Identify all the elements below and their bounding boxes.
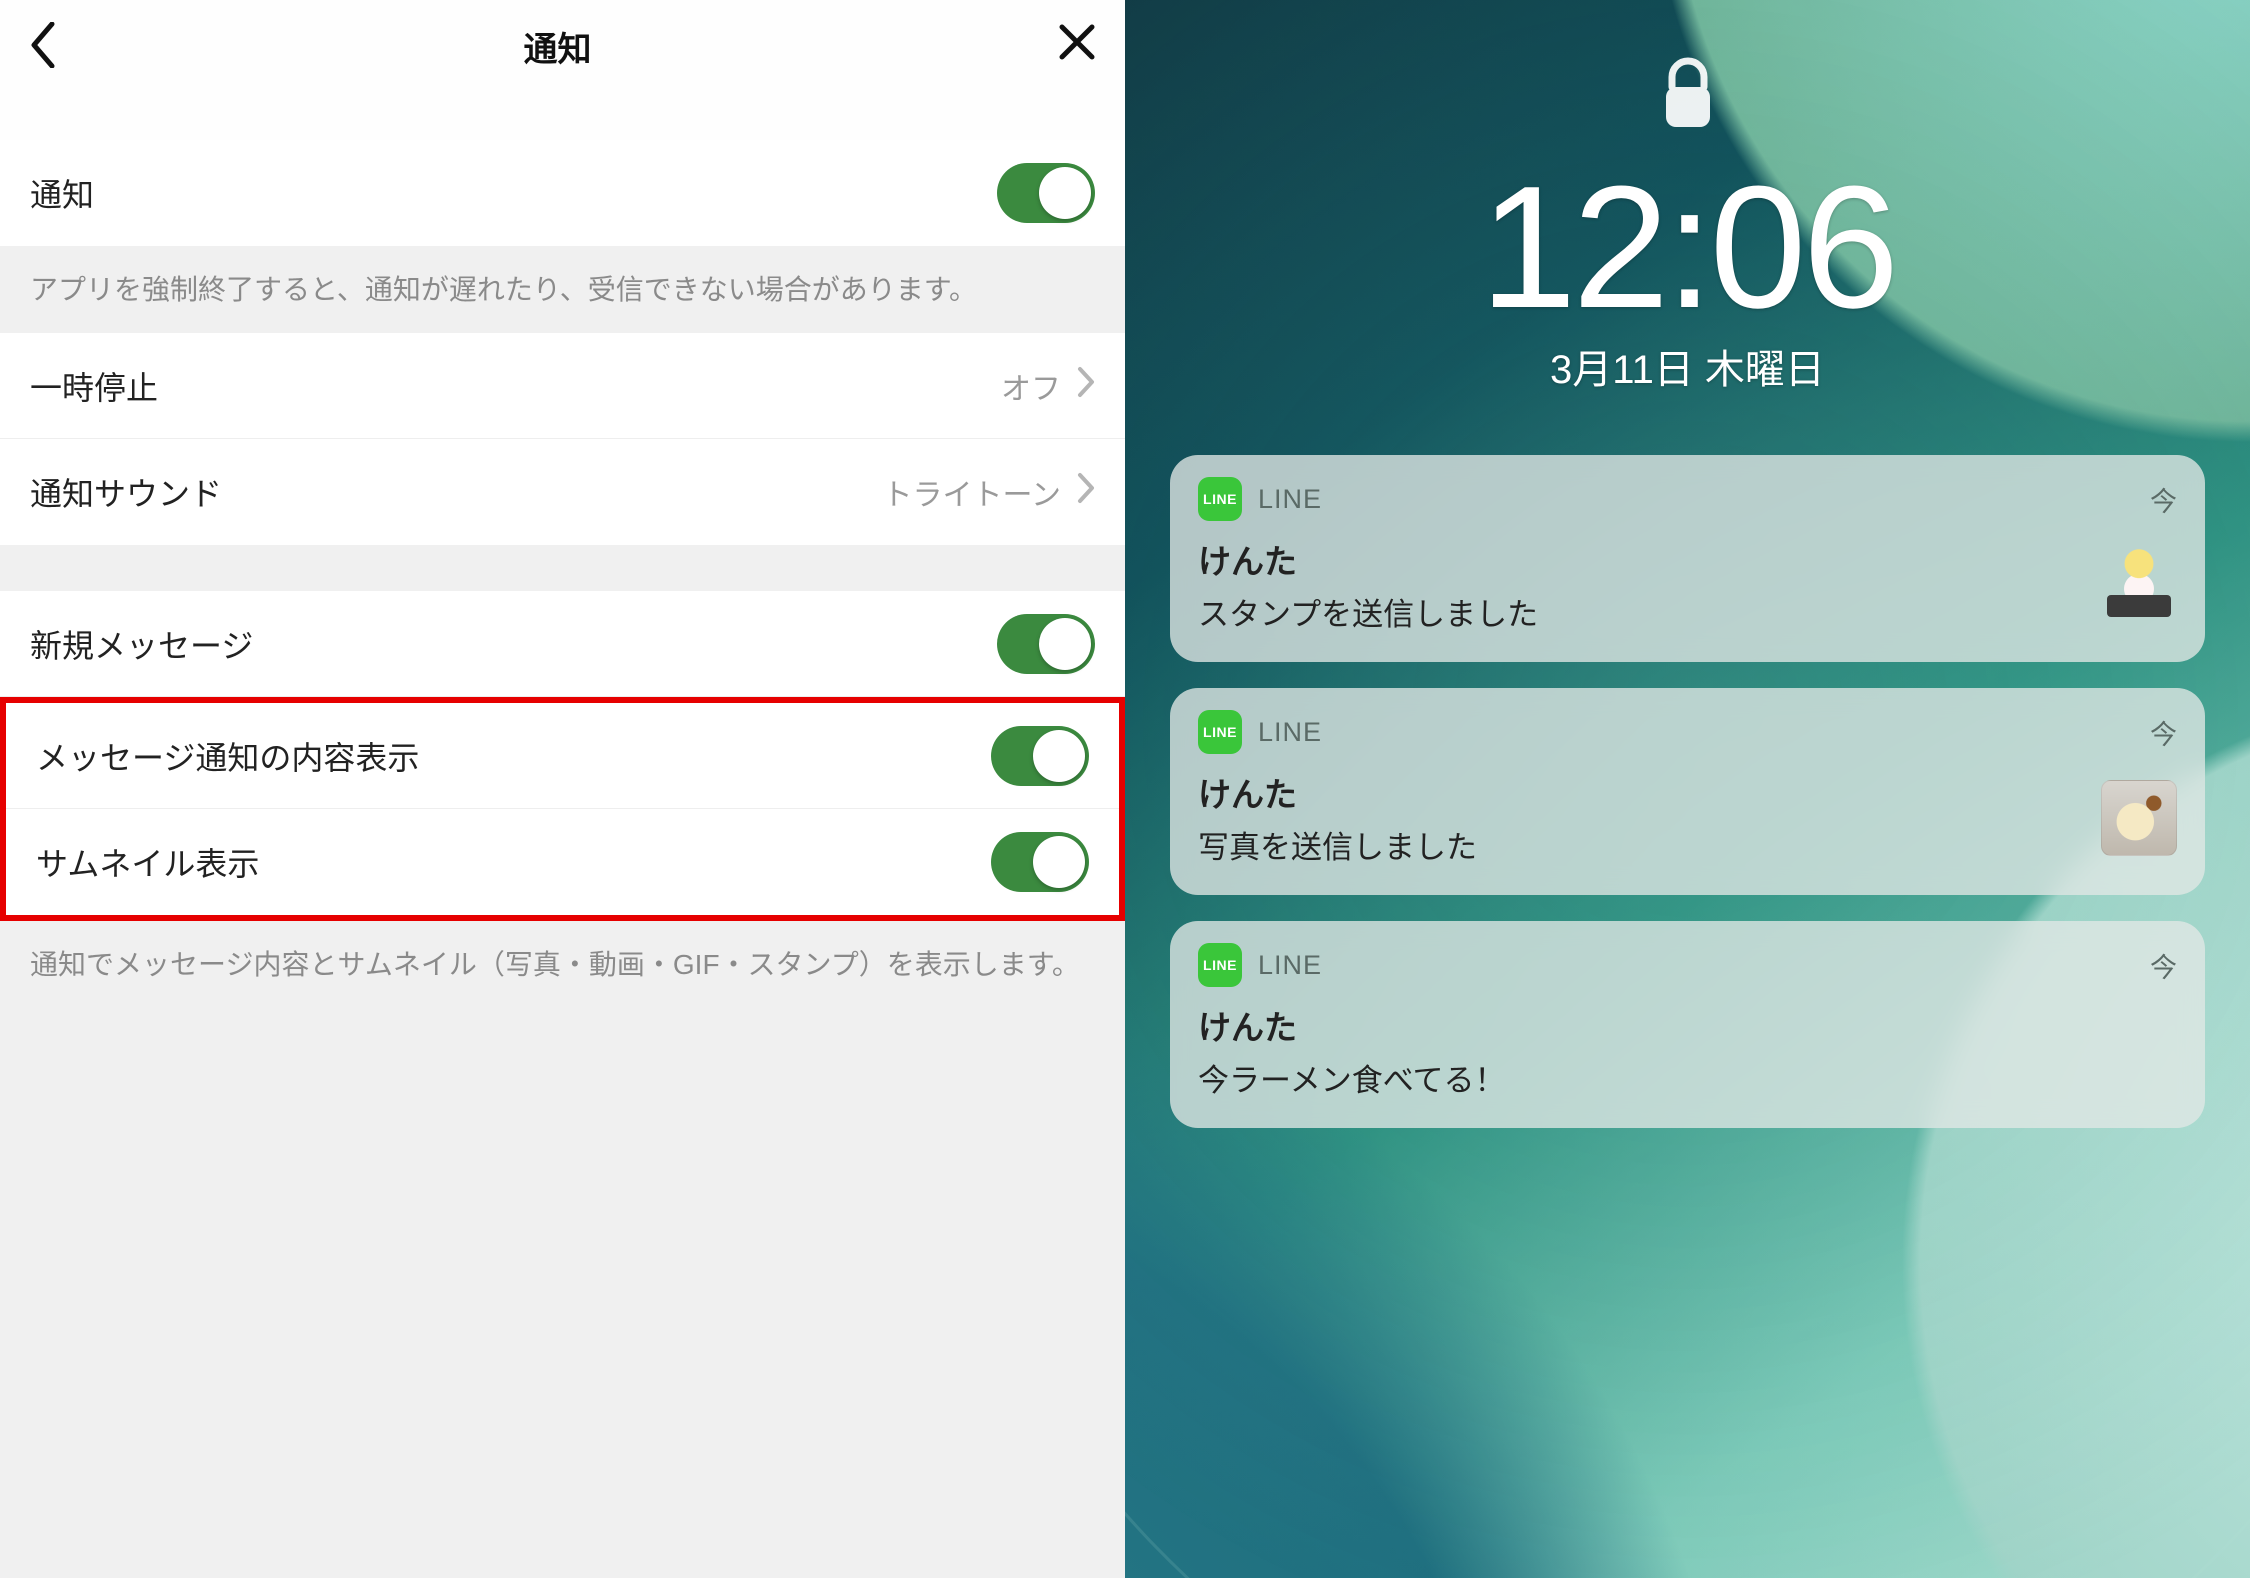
toggle-new-message[interactable]	[997, 614, 1095, 674]
lock-screen: 12:06 3月11日 木曜日 LINE LINE 今 けんた スタンプを送信し…	[1125, 0, 2250, 1578]
toggle-show-thumbnail[interactable]	[991, 832, 1089, 892]
chevron-right-icon	[1077, 366, 1095, 406]
notification-sender: けんた	[1198, 768, 1477, 816]
close-button[interactable]	[1057, 22, 1097, 62]
notification-card[interactable]: LINE LINE 今 けんた 写真を送信しました	[1170, 688, 2205, 895]
notification-sender: けんた	[1198, 535, 1538, 583]
page-title: 通知	[524, 22, 592, 71]
line-app-icon: LINE	[1198, 943, 1242, 987]
lock-date: 3月11日 木曜日	[1550, 337, 1825, 395]
row-notifications: 通知	[0, 140, 1125, 246]
back-button[interactable]	[28, 22, 58, 68]
notification-card[interactable]: LINE LINE 今 けんた 今ラーメン食べてる！	[1170, 921, 2205, 1128]
row-label: サムネイル表示	[36, 839, 259, 885]
row-pause[interactable]: 一時停止 オフ	[0, 333, 1125, 439]
notification-card[interactable]: LINE LINE 今 けんた スタンプを送信しました	[1170, 455, 2205, 662]
notification-app-name: LINE	[1258, 717, 1322, 748]
row-label: 通知サウンド	[30, 469, 222, 515]
notification-message: スタンプを送信しました	[1198, 589, 1538, 634]
row-label: 新規メッセージ	[30, 621, 253, 667]
row-show-content: メッセージ通知の内容表示	[6, 703, 1119, 809]
row-new-message: 新規メッセージ	[0, 591, 1125, 697]
notification-message: 今ラーメン食べてる！	[1198, 1055, 1506, 1100]
notification-thumbnail-photo	[2101, 780, 2177, 856]
row-show-thumbnail: サムネイル表示	[6, 809, 1119, 915]
row-label: 一時停止	[30, 363, 158, 409]
notification-sender: けんた	[1198, 1001, 1506, 1049]
row-value: トライトーン	[883, 470, 1062, 514]
toggle-notifications[interactable]	[997, 163, 1095, 223]
line-app-icon: LINE	[1198, 710, 1242, 754]
notification-thumbnail-sticker	[2101, 547, 2177, 623]
chevron-right-icon	[1077, 472, 1095, 512]
highlight-annotation: メッセージ通知の内容表示 サムネイル表示	[0, 697, 1125, 921]
notification-time: 今	[2150, 713, 2177, 752]
notification-time: 今	[2150, 480, 2177, 519]
notification-message: 写真を送信しました	[1198, 822, 1477, 867]
line-app-icon: LINE	[1198, 477, 1242, 521]
row-label: メッセージ通知の内容表示	[36, 733, 419, 779]
toggle-show-content[interactable]	[991, 726, 1089, 786]
notification-list: LINE LINE 今 けんた スタンプを送信しました LINE LINE 今 …	[1170, 455, 2205, 1128]
note-force-quit: アプリを強制終了すると、通知が遅れたり、受信できない場合があります。	[0, 246, 1125, 333]
notification-app-name: LINE	[1258, 950, 1322, 981]
lock-icon	[1660, 55, 1716, 138]
settings-header: 通知	[0, 0, 1125, 140]
row-sound[interactable]: 通知サウンド トライトーン	[0, 439, 1125, 545]
row-label: 通知	[30, 170, 94, 216]
notification-app-name: LINE	[1258, 484, 1322, 515]
note-thumbnail: 通知でメッセージ内容とサムネイル（写真・動画・GIF・スタンプ）を表示します。	[0, 921, 1125, 1008]
lock-time: 12:06	[1480, 146, 1895, 347]
notification-time: 今	[2150, 946, 2177, 985]
settings-panel: 通知 通知 アプリを強制終了すると、通知が遅れたり、受信できない場合があります。…	[0, 0, 1125, 1578]
row-value: オフ	[1001, 364, 1061, 408]
